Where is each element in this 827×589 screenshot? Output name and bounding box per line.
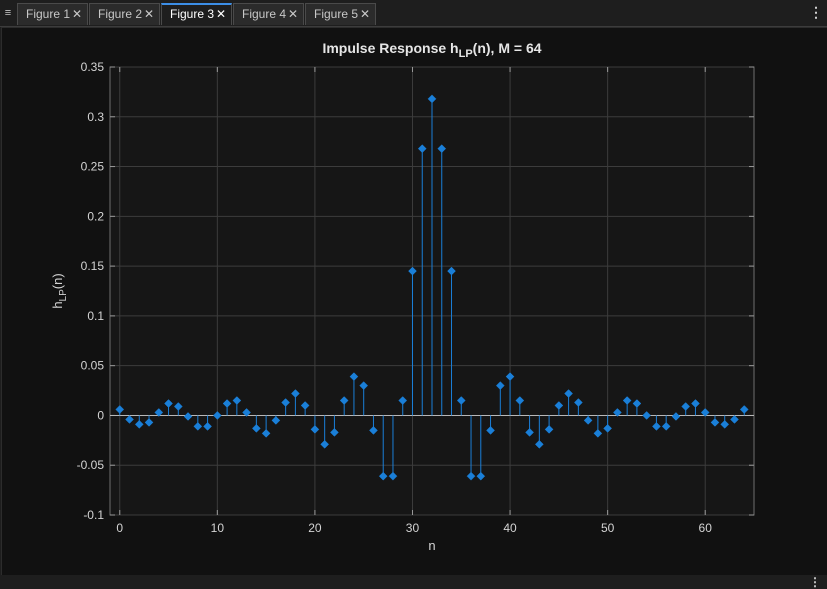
tab-label: Figure 2 xyxy=(98,7,143,21)
x-tick-label: 60 xyxy=(699,521,713,535)
y-tick-label: 0.15 xyxy=(81,259,105,273)
close-icon[interactable]: ✕ xyxy=(216,5,226,24)
more-options-icon[interactable]: ⋮ xyxy=(809,575,821,589)
x-tick-label: 20 xyxy=(308,521,322,535)
y-tick-label: -0.1 xyxy=(83,508,104,522)
tab-label: Figure 4 xyxy=(242,7,287,21)
x-tick-label: 10 xyxy=(211,521,225,535)
impulse-response-chart[interactable]: 0 10 20 30 40 50 60 -0.1 -0.05 0 0.05 0.1 0.15 0.2 0.… xyxy=(2,28,827,575)
y-axis-label: hLP(n) xyxy=(50,273,69,308)
y-tick-label: 0.35 xyxy=(81,60,105,74)
tab-figure-4[interactable]: Figure 4 ✕ xyxy=(233,3,304,25)
y-tick-label: 0.2 xyxy=(87,209,104,223)
tab-figure-2[interactable]: Figure 2 ✕ xyxy=(89,3,160,25)
bottom-status-bar: ⋮ xyxy=(0,575,827,589)
figure-tab-bar: ≡ Figure 1 ✕ Figure 2 ✕ Figure 3 ✕ Figur… xyxy=(0,0,827,27)
x-tick-label: 0 xyxy=(116,521,123,535)
y-tick-label: 0.1 xyxy=(87,309,104,323)
chart-title: Impulse Response hLP(n), M = 64 xyxy=(322,40,541,60)
y-tick-label: 0.25 xyxy=(81,160,105,174)
panel-menu-icon[interactable]: ≡ xyxy=(2,4,14,22)
x-tick-label: 40 xyxy=(503,521,517,535)
x-tick-labels: 0 10 20 30 40 50 60 xyxy=(116,521,712,535)
y-tick-label: 0 xyxy=(97,408,104,422)
tab-figure-5[interactable]: Figure 5 ✕ xyxy=(305,3,376,25)
x-tick-label: 30 xyxy=(406,521,420,535)
close-icon[interactable]: ✕ xyxy=(360,4,370,25)
close-icon[interactable]: ✕ xyxy=(288,4,298,25)
x-axis-label: n xyxy=(428,538,435,553)
figure-panel: 0 10 20 30 40 50 60 -0.1 -0.05 0 0.05 0.1 0.15 0.2 0.… xyxy=(1,27,827,576)
tab-label: Figure 1 xyxy=(26,7,71,21)
tab-figure-3[interactable]: Figure 3 ✕ xyxy=(161,3,232,25)
x-tick-label: 50 xyxy=(601,521,615,535)
tab-figure-1[interactable]: Figure 1 ✕ xyxy=(17,3,88,25)
tab-label: Figure 5 xyxy=(314,7,359,21)
y-tick-label: 0.05 xyxy=(81,359,105,373)
y-tick-label: 0.3 xyxy=(87,110,104,124)
close-icon[interactable]: ✕ xyxy=(72,4,82,25)
tab-label: Figure 3 xyxy=(170,7,215,21)
close-icon[interactable]: ✕ xyxy=(144,4,154,25)
y-tick-label: -0.05 xyxy=(77,458,105,472)
y-tick-labels: -0.1 -0.05 0 0.05 0.1 0.15 0.2 0.25 0.3 0.35 xyxy=(77,60,105,522)
more-options-icon[interactable]: ⋮ xyxy=(809,3,823,21)
